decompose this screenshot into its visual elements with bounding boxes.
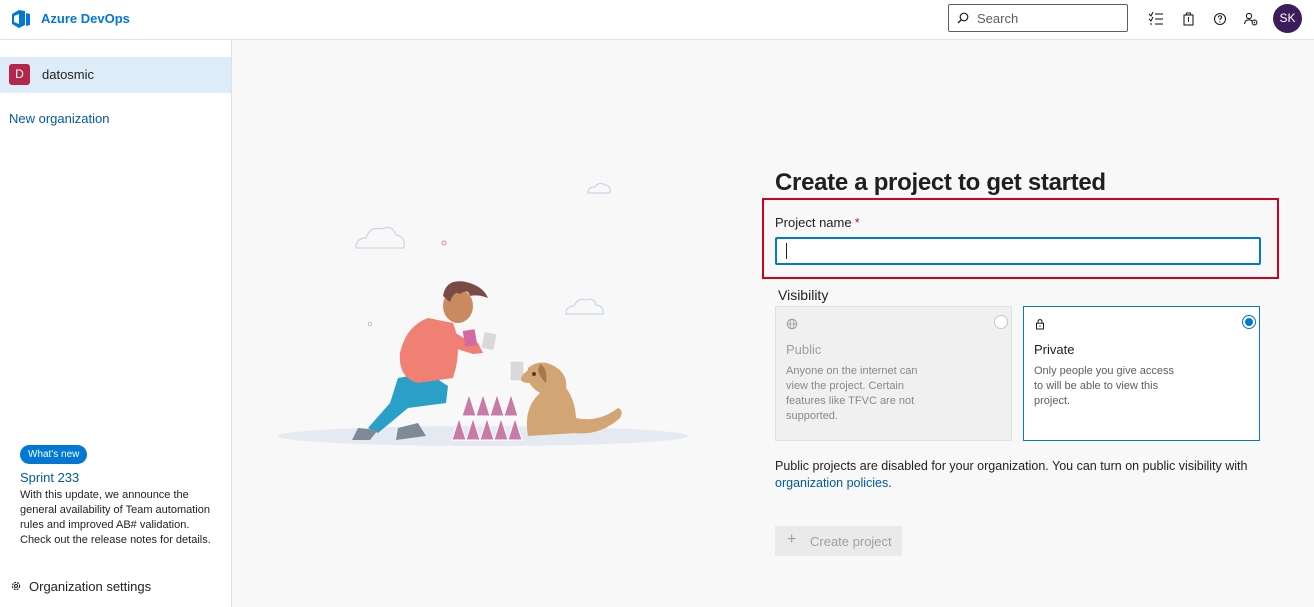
required-marker: * [854, 215, 860, 230]
card-house-illustration [278, 182, 688, 446]
search-box[interactable] [948, 4, 1128, 32]
marketplace-bag-icon[interactable] [1181, 11, 1197, 27]
private-radio[interactable] [1242, 315, 1256, 329]
search-input[interactable] [977, 8, 1122, 28]
create-project-label: Create project [810, 534, 892, 549]
public-radio[interactable] [994, 315, 1008, 329]
organization-settings-label: Organization settings [29, 579, 152, 594]
help-icon[interactable] [1212, 11, 1228, 27]
project-name-label-text: Project name [775, 215, 852, 230]
public-note-end: . [888, 476, 892, 490]
globe-icon [786, 318, 798, 330]
project-name-label: Project name * [775, 215, 860, 230]
org-avatar: D [9, 64, 30, 85]
whats-new-badge: What's new [20, 445, 88, 464]
sidebar-item-org[interactable]: D datosmic [0, 57, 231, 93]
brand-name[interactable]: Azure DevOps [41, 11, 130, 26]
visibility-label: Visibility [778, 287, 829, 303]
top-bar: Azure DevOps SK [0, 0, 1314, 40]
org-name: datosmic [42, 67, 95, 82]
search-icon [957, 12, 969, 24]
create-project-button[interactable]: + Create project [775, 526, 902, 556]
private-title: Private [1034, 342, 1075, 357]
public-title: Public [786, 342, 822, 357]
new-organization-link[interactable]: New organization [9, 111, 109, 126]
whats-new-description: With this update, we announce the genera… [20, 489, 211, 546]
work-items-icon[interactable] [1148, 11, 1164, 27]
page-title: Create a project to get started [775, 169, 1106, 196]
public-description: Anyone on the internet can view the proj… [786, 365, 918, 422]
sprint-link[interactable]: Sprint 233 [20, 470, 79, 485]
text-caret [786, 243, 787, 259]
organization-policies-link[interactable]: organization policies [775, 476, 888, 490]
visibility-option-private[interactable]: Private Only people you give access to w… [1023, 306, 1260, 441]
public-disabled-note: Public projects are disabled for your or… [775, 458, 1275, 492]
visibility-option-public[interactable]: Public Anyone on the internet can view t… [775, 306, 1012, 441]
lock-icon [1036, 319, 1044, 330]
sidebar: D datosmic New organization What's new S… [0, 40, 232, 607]
plus-icon: + [787, 531, 797, 548]
user-avatar[interactable]: SK [1273, 4, 1302, 33]
private-description: Only people you give access to will be a… [1034, 365, 1175, 407]
gear-icon [11, 581, 21, 591]
azure-devops-logo-icon[interactable] [10, 8, 32, 30]
project-name-input[interactable] [775, 237, 1261, 265]
public-note-text: Public projects are disabled for your or… [775, 459, 1248, 473]
user-settings-icon[interactable] [1243, 11, 1259, 27]
